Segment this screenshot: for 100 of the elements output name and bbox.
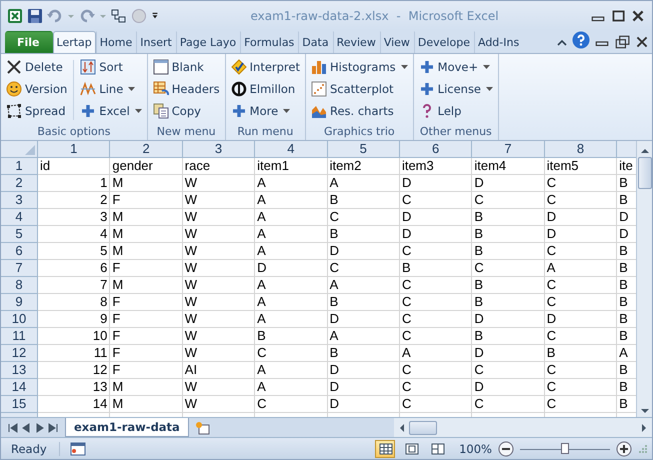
restore-icon[interactable]	[610, 8, 626, 22]
table-cell: C	[400, 192, 472, 209]
row-header[interactable]: 8	[1, 277, 38, 294]
scroll-right-icon[interactable]	[640, 422, 648, 432]
caret-icon[interactable]	[483, 65, 490, 69]
plus-icon	[80, 103, 96, 119]
column-header[interactable]: 1	[38, 141, 110, 158]
vertical-scrollbar[interactable]	[636, 141, 652, 417]
file-tab[interactable]: File	[5, 31, 53, 53]
row-header[interactable]: 13	[1, 362, 38, 379]
column-header[interactable]: 4	[255, 141, 328, 158]
ribbon-button[interactable]: Scatterplot	[309, 78, 410, 100]
table-cell: A	[544, 260, 618, 277]
caret-icon[interactable]	[486, 87, 494, 91]
row-header[interactable]: 4	[1, 209, 38, 226]
coin-icon	[230, 81, 247, 97]
ribbon-button[interactable]: Copy	[150, 100, 222, 122]
table-cell: C	[544, 277, 618, 294]
save-icon[interactable]	[27, 8, 43, 24]
ribbon-button[interactable]: Blank	[150, 56, 222, 78]
caret-icon[interactable]	[400, 65, 408, 69]
row-header[interactable]: 14	[1, 379, 38, 396]
row-header[interactable]: 3	[1, 192, 38, 209]
row-header[interactable]: 12	[1, 345, 38, 362]
table-cell: C	[544, 243, 618, 260]
column-header[interactable]: 7	[472, 141, 545, 158]
ribbon-button[interactable]: Res. charts	[309, 100, 410, 122]
table-cell: C	[400, 362, 472, 379]
table-cell: F	[110, 260, 183, 277]
table-cell: 3	[38, 209, 110, 226]
close-icon[interactable]	[630, 8, 646, 22]
caret-icon[interactable]	[134, 109, 142, 113]
ribbon-button[interactable]: More	[228, 100, 302, 122]
table-cell: C	[544, 192, 618, 209]
scroll-down-icon[interactable]	[640, 407, 650, 415]
form-icon[interactable]	[111, 8, 127, 24]
table-cell: C	[400, 311, 472, 328]
table-cell: F	[110, 192, 183, 209]
table-cell: C	[400, 396, 472, 413]
sheet-tab[interactable]: exam1-raw-data	[65, 418, 189, 437]
ribbon-button[interactable]: Histograms	[309, 56, 410, 78]
zoom-slider[interactable]	[520, 442, 610, 456]
scroll-thumb[interactable]	[409, 420, 437, 434]
row-header[interactable]: 11	[1, 328, 38, 345]
ribbon-button[interactable]: Sort	[78, 56, 144, 78]
ribbon-button[interactable]: Interpret	[228, 56, 302, 78]
ribbon-button[interactable]: Delete	[4, 56, 70, 78]
table-cell: D	[472, 345, 545, 362]
ribbon-button[interactable]: Line	[78, 78, 144, 100]
close-icon[interactable]	[634, 35, 650, 49]
zoom-in-icon[interactable]	[616, 440, 632, 456]
ribbon-button[interactable]: Version	[4, 78, 70, 100]
caret-icon[interactable]	[283, 109, 290, 113]
horizontal-scrollbar[interactable]	[394, 418, 652, 437]
row-header[interactable]: 7	[1, 260, 38, 277]
table-cell: D	[472, 379, 545, 396]
row-header[interactable]: 15	[1, 396, 38, 413]
customize-icon[interactable]	[151, 12, 159, 20]
column-header[interactable]: 8	[544, 141, 618, 158]
table-cell: C	[472, 192, 545, 209]
macro-record-icon[interactable]	[70, 440, 86, 456]
ribbon-button[interactable]: License	[416, 78, 496, 100]
row-header[interactable]: 9	[1, 294, 38, 311]
scroll-left-icon[interactable]	[398, 422, 406, 432]
table-cell: F	[110, 294, 183, 311]
row-header[interactable]: 5	[1, 226, 38, 243]
scroll-thumb[interactable]	[638, 157, 652, 189]
caret-icon[interactable]	[128, 87, 136, 91]
row-header[interactable]: 6	[1, 243, 38, 260]
table-cell: C	[472, 362, 545, 379]
table-cell: 9	[38, 311, 110, 328]
ribbon-button[interactable]: Lelp	[416, 100, 496, 122]
column-header[interactable]: 5	[328, 141, 400, 158]
help-icon[interactable]	[572, 31, 590, 49]
table-cell: A	[255, 311, 328, 328]
table-cell: F	[110, 311, 183, 328]
row-header[interactable]: 2	[1, 175, 38, 192]
table-cell: W	[182, 243, 256, 260]
row-header[interactable]: 10	[1, 311, 38, 328]
column-header[interactable]: 6	[400, 141, 472, 158]
resize-grip-icon	[638, 444, 648, 454]
ribbon-button[interactable]: Elmillon	[228, 78, 302, 100]
table-cell: B	[544, 345, 618, 362]
scroll-up-icon[interactable]	[640, 147, 650, 155]
restore-icon[interactable]	[614, 35, 630, 49]
table-cell: A	[328, 175, 400, 192]
ribbon-button[interactable]: Excel	[78, 100, 144, 122]
row-header[interactable]: 1	[1, 158, 38, 175]
column-header[interactable]: 2	[110, 141, 183, 158]
table-cell: D	[328, 379, 400, 396]
table-cell: W	[182, 260, 256, 277]
ribbon-button[interactable]: Headers	[150, 78, 222, 100]
ribbon-button[interactable]: Move+	[416, 56, 496, 78]
grid-view-icon[interactable]	[375, 440, 396, 458]
ribbon-tab[interactable]: Lertap	[52, 31, 96, 53]
table-cell: 11	[38, 345, 110, 362]
table-cell: C	[544, 328, 618, 345]
zoom-out-icon[interactable]	[498, 440, 514, 456]
ribbon-button[interactable]: Spread	[4, 100, 70, 122]
column-header[interactable]: 3	[182, 141, 256, 158]
